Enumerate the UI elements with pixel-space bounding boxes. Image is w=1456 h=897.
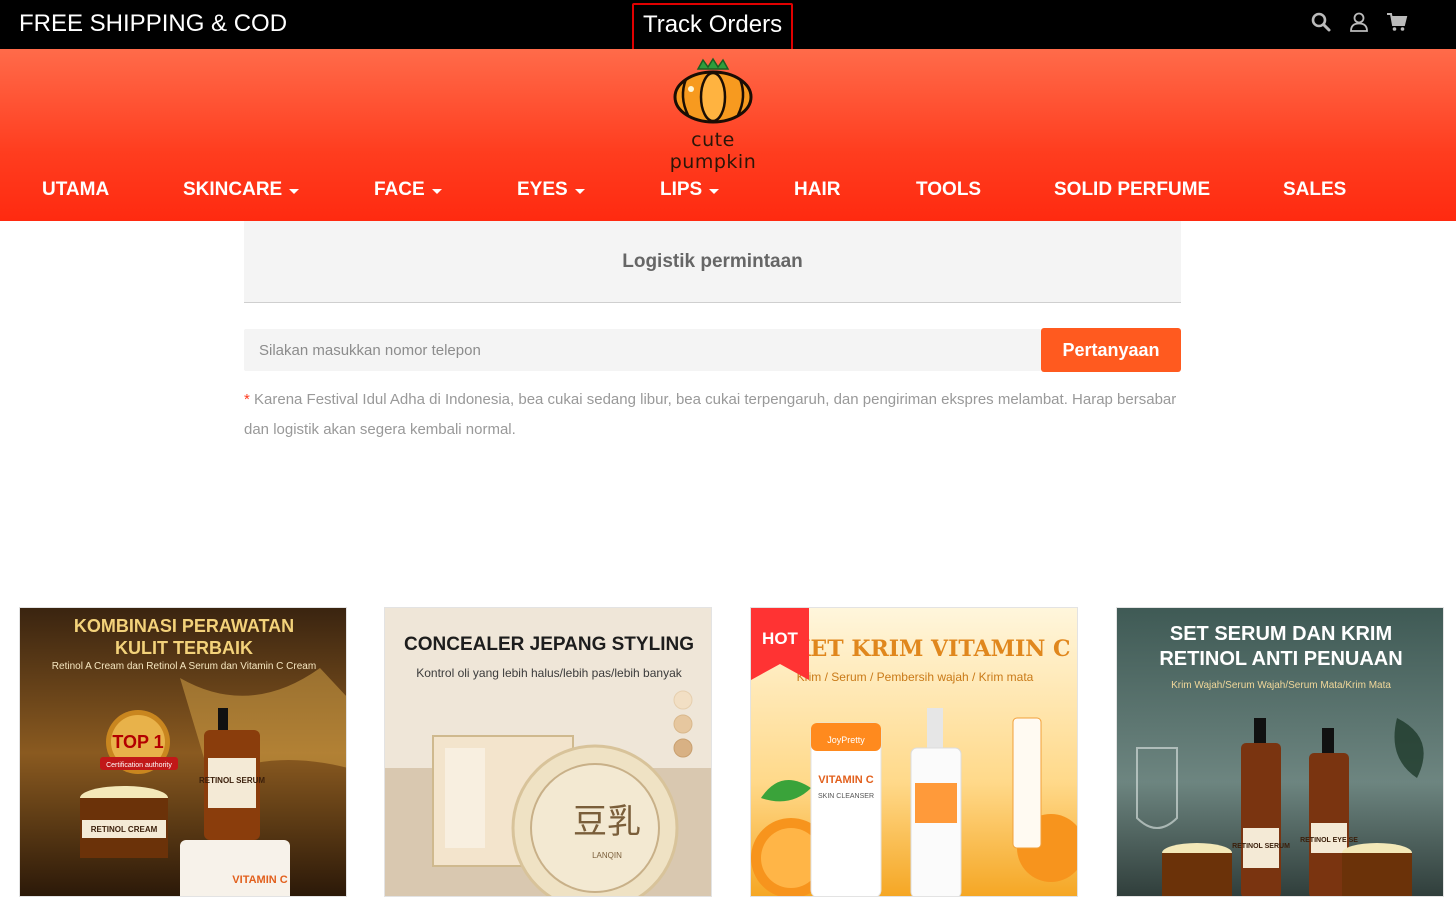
brand-name: cute pumpkin <box>669 129 757 173</box>
product-image: KOMBINASI PERAWATAN KULIT TERBAIK Retino… <box>20 608 346 896</box>
nav-item-lips[interactable]: LIPS <box>660 179 720 201</box>
product-label: VITAMIN C <box>818 774 873 786</box>
user-icon[interactable] <box>1348 11 1370 33</box>
cart-icon[interactable] <box>1386 11 1408 33</box>
nav-item-eyes[interactable]: EYES <box>517 179 585 201</box>
tracking-form: Pertanyaan <box>244 328 1181 372</box>
query-button[interactable]: Pertanyaan <box>1041 328 1181 372</box>
badge-text: TOP 1 <box>112 732 163 752</box>
product-image: CONCEALER JEPANG STYLING Kontrol oli yan… <box>385 608 711 896</box>
nav-item-label: SOLID PERFUME <box>1054 179 1211 200</box>
caret-down-icon <box>431 188 442 194</box>
nav-item-label: SALES <box>1283 179 1347 200</box>
caret-down-icon <box>709 188 720 194</box>
product-subline: Kontrol oli yang lebih halus/lebih pas/l… <box>416 666 683 680</box>
page-title: Logistik permintaan <box>622 251 803 272</box>
product-label: JoyPretty <box>827 735 865 745</box>
product-headline: KOMBINASI PERAWATAN <box>74 616 294 636</box>
ribbon-text: HOT <box>762 629 799 648</box>
jp-text: 豆乳 <box>573 802 641 842</box>
promo-text: FREE SHIPPING & COD <box>19 10 288 37</box>
main-nav: UTAMA SKINCARE FACE EYES LIPS HAIR TOOLS… <box>0 169 1456 209</box>
product-label: RETINOL EYE SE <box>1300 837 1358 844</box>
product-headline: RETINOL ANTI PENUAAN <box>1159 648 1402 670</box>
search-icon[interactable] <box>1310 11 1332 33</box>
nav-item-label: EYES <box>517 179 568 200</box>
product-label: RETINOL CREAM <box>91 825 158 834</box>
jp-brand: LANQIN <box>592 851 622 860</box>
caret-down-icon <box>574 188 585 194</box>
badge-subtext: Certification authority <box>106 762 172 769</box>
nav-item-sales[interactable]: SALES <box>1283 179 1346 201</box>
track-orders-link[interactable]: Track Orders <box>632 3 793 52</box>
nav-item-tools[interactable]: TOOLS <box>916 179 981 201</box>
nav-item-hair[interactable]: HAIR <box>794 179 840 201</box>
phone-number-input[interactable] <box>244 329 1041 371</box>
shipping-notice: * Karena Festival Idul Adha di Indonesia… <box>244 385 1189 445</box>
nav-item-label: SKINCARE <box>183 179 283 200</box>
brand-logo[interactable]: cute pumpkin <box>646 55 780 173</box>
tracking-panel-header: Logistik permintaan <box>244 221 1181 303</box>
nav-item-skincare[interactable]: SKINCARE <box>183 179 300 201</box>
nav-item-solid-perfume[interactable]: SOLID PERFUME <box>1054 179 1210 201</box>
nav-item-label: FACE <box>374 179 425 200</box>
product-card[interactable]: KOMBINASI PERAWATAN KULIT TERBAIK Retino… <box>19 607 347 897</box>
pumpkin-logo-icon <box>673 57 753 124</box>
product-headline: KULIT TERBAIK <box>115 638 253 658</box>
product-subline: Krim / Serum / Pembersih wajah / Krim ma… <box>797 670 1034 684</box>
header-icons <box>1310 11 1408 33</box>
product-label: RETINOL SERUM <box>199 776 265 785</box>
product-image: SET SERUM DAN KRIM RETINOL ANTI PENUAAN … <box>1117 608 1443 896</box>
product-subline: Retinol A Cream dan Retinol A Serum dan … <box>52 661 316 672</box>
nav-item-label: LIPS <box>660 179 703 200</box>
nav-item-label: HAIR <box>794 179 841 200</box>
product-card[interactable]: CONCEALER JEPANG STYLING Kontrol oli yan… <box>384 607 712 897</box>
nav-item-label: TOOLS <box>916 179 982 200</box>
product-image: KET KRIM VITAMIN C Krim / Serum / Pember… <box>751 608 1077 896</box>
nav-item-face[interactable]: FACE <box>374 179 442 201</box>
product-label: RETINOL SERUM <box>1232 843 1290 850</box>
nav-item-label: UTAMA <box>42 179 110 200</box>
product-card[interactable]: SET SERUM DAN KRIM RETINOL ANTI PENUAAN … <box>1116 607 1444 897</box>
product-headline: KET KRIM VITAMIN C <box>791 636 1070 662</box>
site-header: cute pumpkin UTAMA SKINCARE FACE EYES LI… <box>0 49 1456 221</box>
top-bar: FREE SHIPPING & COD Track Orders <box>0 0 1456 52</box>
product-headline: SET SERUM DAN KRIM <box>1170 623 1392 645</box>
product-card[interactable]: KET KRIM VITAMIN C Krim / Serum / Pember… <box>750 607 1078 897</box>
product-subline: Krim Wajah/Serum Wajah/Serum Mata/Krim M… <box>1171 680 1391 691</box>
notice-text: Karena Festival Idul Adha di Indonesia, … <box>244 391 1177 438</box>
notice-asterisk: * <box>244 391 250 408</box>
product-label: VITAMIN C <box>232 874 287 886</box>
product-headline: CONCEALER JEPANG STYLING <box>404 634 694 655</box>
product-label: SKIN CLEANSER <box>818 793 874 800</box>
caret-down-icon <box>289 188 300 194</box>
nav-item-utama[interactable]: UTAMA <box>42 179 109 201</box>
